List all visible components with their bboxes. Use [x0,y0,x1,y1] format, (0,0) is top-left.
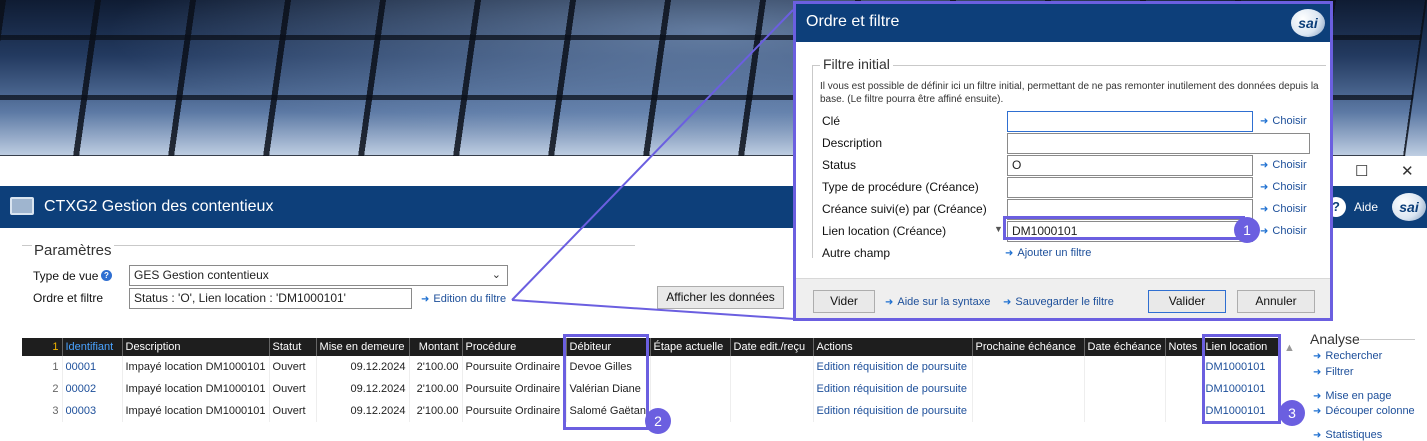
choose-link-creance-suivi[interactable]: ➜ Choisir [1260,203,1307,215]
syntax-help-link[interactable]: ➜ Aide sur la syntaxe [885,296,990,308]
dialog-title-bar: Ordre et filtre sai [796,4,1330,42]
arrow-right-icon: ➜ [1003,297,1012,308]
filter-dialog: Ordre et filtre sai Filtre initial Il vo… [793,1,1333,321]
syntax-help-label: Aide sur la syntaxe [897,296,991,308]
choose-label: Choisir [1272,115,1307,127]
choose-label: Choisir [1272,181,1307,193]
highlight-box-debiteur-column [563,334,649,430]
field-label-type-procedure: Type de procédure (Créance) [822,180,979,194]
field-input-status[interactable]: O [1007,155,1253,176]
choose-label: Choisir [1272,203,1307,215]
field-label-creance-suivi: Créance suivi(e) par (Créance) [822,202,987,216]
choose-link-cle[interactable]: ➜ Choisir [1260,115,1307,127]
choose-link-lien-location[interactable]: ➜ Choisir [1260,225,1307,237]
field-label-description: Description [822,136,883,150]
arrow-right-icon: ➜ [1260,182,1269,193]
highlight-box-lien-location-column [1202,334,1281,424]
field-input-description[interactable] [1007,133,1310,154]
arrow-right-icon: ➜ [1260,160,1269,171]
choose-link-type-procedure[interactable]: ➜ Choisir [1260,181,1307,193]
arrow-right-icon: ➜ [885,297,894,308]
save-filter-link[interactable]: ➜ Sauvegarder le filtre [1003,296,1114,308]
cancel-button[interactable]: Annuler [1237,290,1315,313]
callout-badge-2: 2 [645,408,671,434]
dialog-description: Il vous est possible de définir ici un f… [820,81,1319,105]
connector-line-bottom [511,299,796,320]
choose-label: Choisir [1272,159,1307,171]
save-filter-label: Sauvegarder le filtre [1015,296,1114,308]
arrow-right-icon: ➜ [1260,204,1269,215]
highlight-box-lien-location-field [1003,216,1245,240]
validate-button[interactable]: Valider [1148,290,1226,313]
arrow-right-icon: ➜ [1005,248,1014,259]
connector-line-top [511,9,794,301]
dialog-footer: Vider ➜ Aide sur la syntaxe ➜ Sauvegarder … [796,278,1330,318]
field-input-type-procedure[interactable] [1007,177,1253,198]
choose-label: Choisir [1272,225,1307,237]
field-label-status: Status [822,158,857,172]
field-input-cle[interactable] [1007,111,1253,132]
dialog-title: Ordre et filtre [806,13,900,30]
sai-logo: sai [1291,9,1325,37]
arrow-right-icon: ➜ [1260,116,1269,127]
fieldset-border-left [812,65,813,258]
field-label-cle: Clé [822,114,841,128]
add-filter-label: Ajouter un filtre [1017,247,1092,259]
arrow-right-icon: ➜ [1260,226,1269,237]
add-filter-link[interactable]: ➜ Ajouter un filtre [1005,247,1091,259]
fieldset-legend: Filtre initial [820,56,893,72]
callout-badge-1: 1 [1234,217,1260,243]
callout-badge-3: 3 [1279,400,1305,426]
field-label-lien-location: Lien location (Créance) [822,224,947,238]
chevron-down-icon[interactable]: ▼ [994,224,1003,234]
field-label-autre-champ: Autre champ [822,246,891,260]
choose-link-status[interactable]: ➜ Choisir [1260,159,1307,171]
clear-button[interactable]: Vider [813,290,875,313]
